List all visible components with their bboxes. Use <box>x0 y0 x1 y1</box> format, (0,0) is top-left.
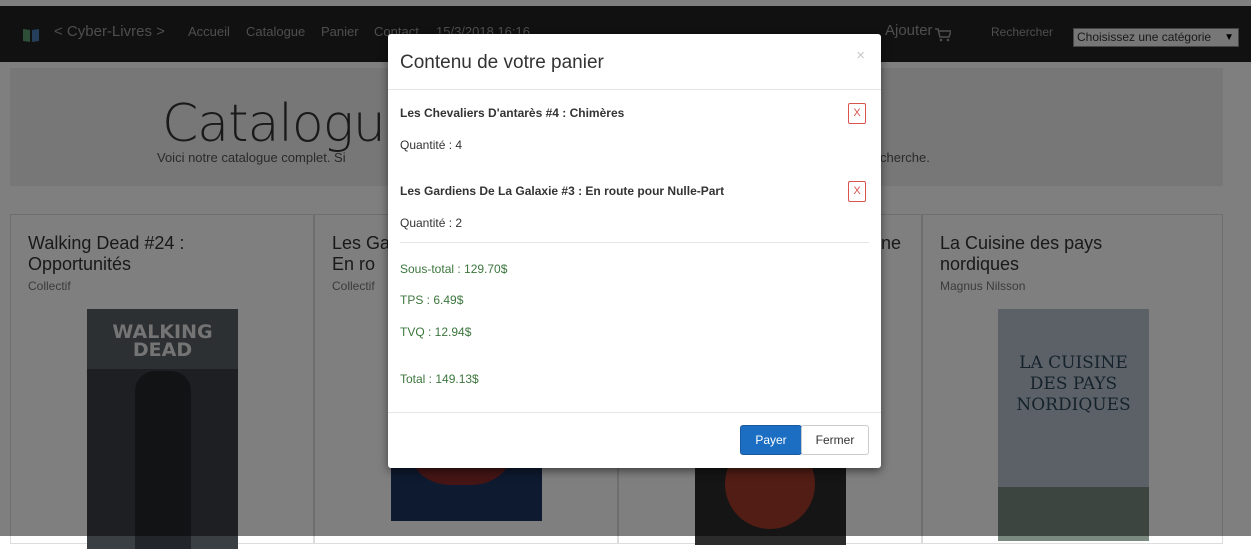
subtotal: Sous-total : 129.70$ <box>400 262 508 276</box>
modal-footer: Payer Fermer <box>388 412 881 469</box>
cart-item-title: Les Chevaliers D'antarès #4 : Chimères <box>400 106 625 120</box>
cart-modal: Contenu de votre panier × Les Chevaliers… <box>388 34 881 468</box>
close-icon[interactable]: × <box>856 47 865 64</box>
pay-button[interactable]: Payer <box>740 425 802 455</box>
cart-item-title: Les Gardiens De La Galaxie #3 : En route… <box>400 184 725 198</box>
modal-title: Contenu de votre panier <box>400 52 604 73</box>
remove-item-button[interactable]: X <box>848 181 866 202</box>
cart-item-quantity: Quantité : 4 <box>400 138 463 152</box>
close-button[interactable]: Fermer <box>801 425 869 455</box>
divider <box>400 242 869 243</box>
tvq-tax: TVQ : 12.94$ <box>400 325 472 339</box>
cart-item-quantity: Quantité : 2 <box>400 216 463 230</box>
remove-item-button[interactable]: X <box>848 103 866 124</box>
total: Total : 149.13$ <box>400 372 479 386</box>
modal-header: Contenu de votre panier × <box>388 34 881 90</box>
tps-tax: TPS : 6.49$ <box>400 293 464 307</box>
